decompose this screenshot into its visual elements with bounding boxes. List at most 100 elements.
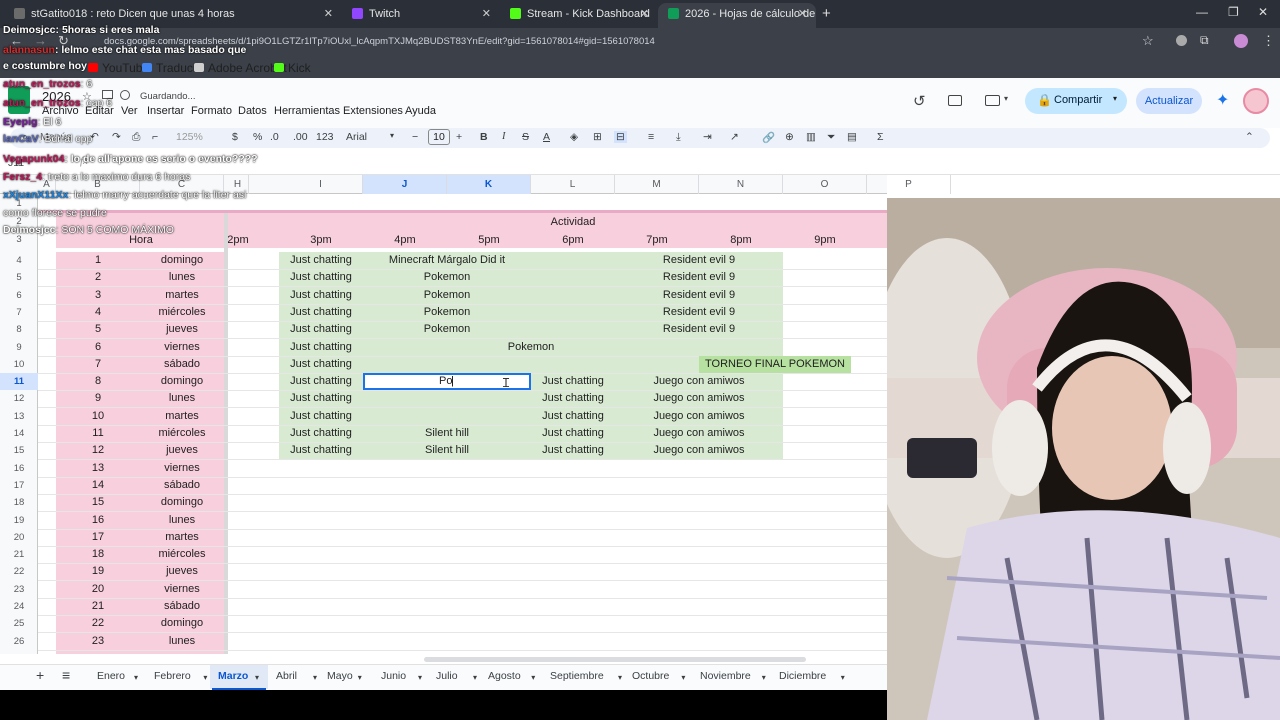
chevron-down-icon[interactable]: ▾ — [473, 673, 477, 682]
cell-activity-6pm[interactable]: Just chatting — [531, 425, 615, 442]
extensions-puzzle-icon[interactable]: ⧉ — [1200, 33, 1209, 48]
row-number[interactable]: 11 — [0, 373, 38, 390]
cell-number[interactable]: 17 — [56, 529, 140, 546]
cell-day[interactable]: miércoles — [140, 546, 224, 563]
share-button[interactable]: 🔒 Compartir ▾ — [1025, 88, 1127, 114]
menu-formato[interactable]: Formato — [191, 105, 232, 117]
cell-activity-4-5pm[interactable]: Pokemon — [363, 269, 531, 286]
text-wrap-icon[interactable]: ⇥ — [703, 131, 712, 143]
functions-button[interactable]: Σ — [877, 131, 884, 143]
cell-activity-7-8pm[interactable]: Resident evil 9 — [615, 252, 783, 269]
cell-day[interactable]: martes — [140, 529, 224, 546]
close-tab-icon[interactable]: ✕ — [324, 3, 333, 25]
row-number[interactable]: 13 — [0, 408, 38, 425]
bookmark-traducir[interactable]: Traducir — [142, 61, 200, 75]
chevron-down-icon[interactable]: ▾ — [313, 673, 317, 682]
percent-button[interactable]: % — [253, 131, 262, 143]
comments-icon[interactable] — [948, 95, 962, 106]
meet-icon[interactable] — [985, 95, 1000, 106]
cell-number[interactable]: 5 — [56, 321, 140, 338]
sheet-tab-diciembre[interactable]: Diciembre — [779, 670, 826, 682]
cell-day[interactable]: lunes — [140, 269, 224, 286]
cell-day[interactable]: miércoles — [140, 304, 224, 321]
close-tab-icon[interactable]: ✕ — [482, 3, 491, 25]
bookmark-youtube[interactable]: YouTube — [88, 61, 149, 75]
cell-activity-3pm[interactable]: Just chatting — [279, 442, 363, 459]
column-header-o[interactable]: O — [783, 175, 867, 194]
cell-activity-4-5pm[interactable]: Pokemon — [363, 321, 531, 338]
menu-extensiones[interactable]: Extensiones — [343, 105, 403, 117]
cell-number[interactable]: 12 — [56, 442, 140, 459]
maximize-icon[interactable]: ❐ — [1228, 5, 1239, 19]
text-color-button[interactable]: A — [543, 131, 550, 143]
chevron-down-icon[interactable]: ▾ — [762, 673, 766, 682]
cell-number[interactable]: 2 — [56, 269, 140, 286]
cell-activity-7-8pm[interactable]: Juego con amiwos — [615, 373, 783, 390]
cell-day[interactable]: domingo — [140, 615, 224, 632]
sheet-tab-abril[interactable]: Abril — [276, 670, 297, 682]
row-number[interactable]: 18 — [0, 494, 38, 511]
cell-day[interactable]: martes — [140, 408, 224, 425]
close-tab-icon[interactable]: ✕ — [798, 3, 807, 25]
cell-number[interactable]: 14 — [56, 477, 140, 494]
cell-activity-7-8pm[interactable]: Resident evil 9 — [615, 304, 783, 321]
cell-activity-4-5pm[interactable]: Pokemon — [363, 287, 531, 304]
cell-activity-3pm[interactable]: Just chatting — [279, 339, 363, 356]
text-rotation-icon[interactable]: ↗ — [730, 131, 739, 143]
chevron-down-icon[interactable]: ▾ — [418, 673, 422, 682]
cell-number[interactable]: 3 — [56, 287, 140, 304]
cell-activity-3pm[interactable]: Just chatting — [279, 356, 363, 373]
column-header-n[interactable]: N — [699, 175, 783, 194]
currency-button[interactable]: $ — [232, 131, 238, 143]
chevron-down-icon[interactable]: ▾ — [1004, 94, 1008, 103]
cell-number[interactable]: 16 — [56, 512, 140, 529]
sheet-tab-marzo[interactable]: Marzo — [218, 670, 248, 682]
filter-views-icon[interactable]: ▤ — [847, 131, 857, 143]
collapse-menus-icon[interactable]: ⌃ — [1245, 131, 1254, 143]
cell-number[interactable]: 18 — [56, 546, 140, 563]
cell-activity-6pm[interactable]: Just chatting — [531, 442, 615, 459]
row-number[interactable]: 8 — [0, 321, 38, 338]
cell-number[interactable]: 22 — [56, 615, 140, 632]
cell-torneo[interactable]: TORNEO FINAL POKEMON — [699, 356, 851, 373]
row-number[interactable]: 20 — [0, 529, 38, 546]
sheet-tab-enero[interactable]: Enero — [97, 670, 125, 682]
browser-tab-twitch[interactable]: Twitch ✕ — [342, 3, 500, 28]
column-header-j[interactable]: J — [363, 175, 447, 194]
strikethrough-button[interactable]: S — [522, 131, 529, 143]
cell-day[interactable]: martes — [140, 287, 224, 304]
chevron-down-icon[interactable]: ▾ — [390, 131, 394, 140]
column-header-m[interactable]: M — [615, 175, 699, 194]
chevron-down-icon[interactable]: ▾ — [203, 673, 207, 682]
close-tab-icon[interactable]: ✕ — [640, 3, 649, 25]
cell-number[interactable]: 15 — [56, 494, 140, 511]
row-number[interactable]: 26 — [0, 633, 38, 650]
paint-format-icon[interactable]: ⌐ — [152, 131, 158, 143]
cell-activity-3pm[interactable]: Just chatting — [279, 269, 363, 286]
cell-activity-3pm[interactable]: Just chatting — [279, 287, 363, 304]
more-menu-icon[interactable]: ⋮ — [1262, 33, 1275, 49]
cell-number[interactable]: 23 — [56, 633, 140, 650]
bookmark-star-icon[interactable]: ☆ — [1142, 33, 1154, 49]
chevron-down-icon[interactable]: ▾ — [531, 673, 535, 682]
cell-activity-7-8pm[interactable]: Juego con amiwos — [615, 425, 783, 442]
menu-datos[interactable]: Datos — [238, 105, 267, 117]
cell-number[interactable]: 21 — [56, 598, 140, 615]
row-number[interactable]: 23 — [0, 581, 38, 598]
cell-number[interactable]: 6 — [56, 339, 140, 356]
sheet-tab-julio[interactable]: Julio — [436, 670, 458, 682]
chevron-down-icon[interactable]: ▾ — [255, 673, 259, 682]
cell-number[interactable]: 4 — [56, 304, 140, 321]
font-size-input[interactable]: 10 — [428, 129, 450, 145]
row-number[interactable]: 12 — [0, 390, 38, 407]
cell-activity-7-8pm[interactable]: Resident evil 9 — [615, 321, 783, 338]
row-number[interactable]: 22 — [0, 563, 38, 580]
column-header-k[interactable]: K — [447, 175, 531, 194]
bookmark-adobe[interactable]: Adobe Acrobat — [194, 61, 287, 75]
cell-day[interactable]: miércoles — [140, 425, 224, 442]
cell-activity-4-5pm[interactable]: Silent hill — [363, 425, 531, 442]
user-avatar[interactable] — [1243, 88, 1269, 114]
row-number[interactable]: 15 — [0, 442, 38, 459]
sheet-tab-septiembre[interactable]: Septiembre — [550, 670, 604, 682]
cell-day[interactable]: viernes — [140, 581, 224, 598]
